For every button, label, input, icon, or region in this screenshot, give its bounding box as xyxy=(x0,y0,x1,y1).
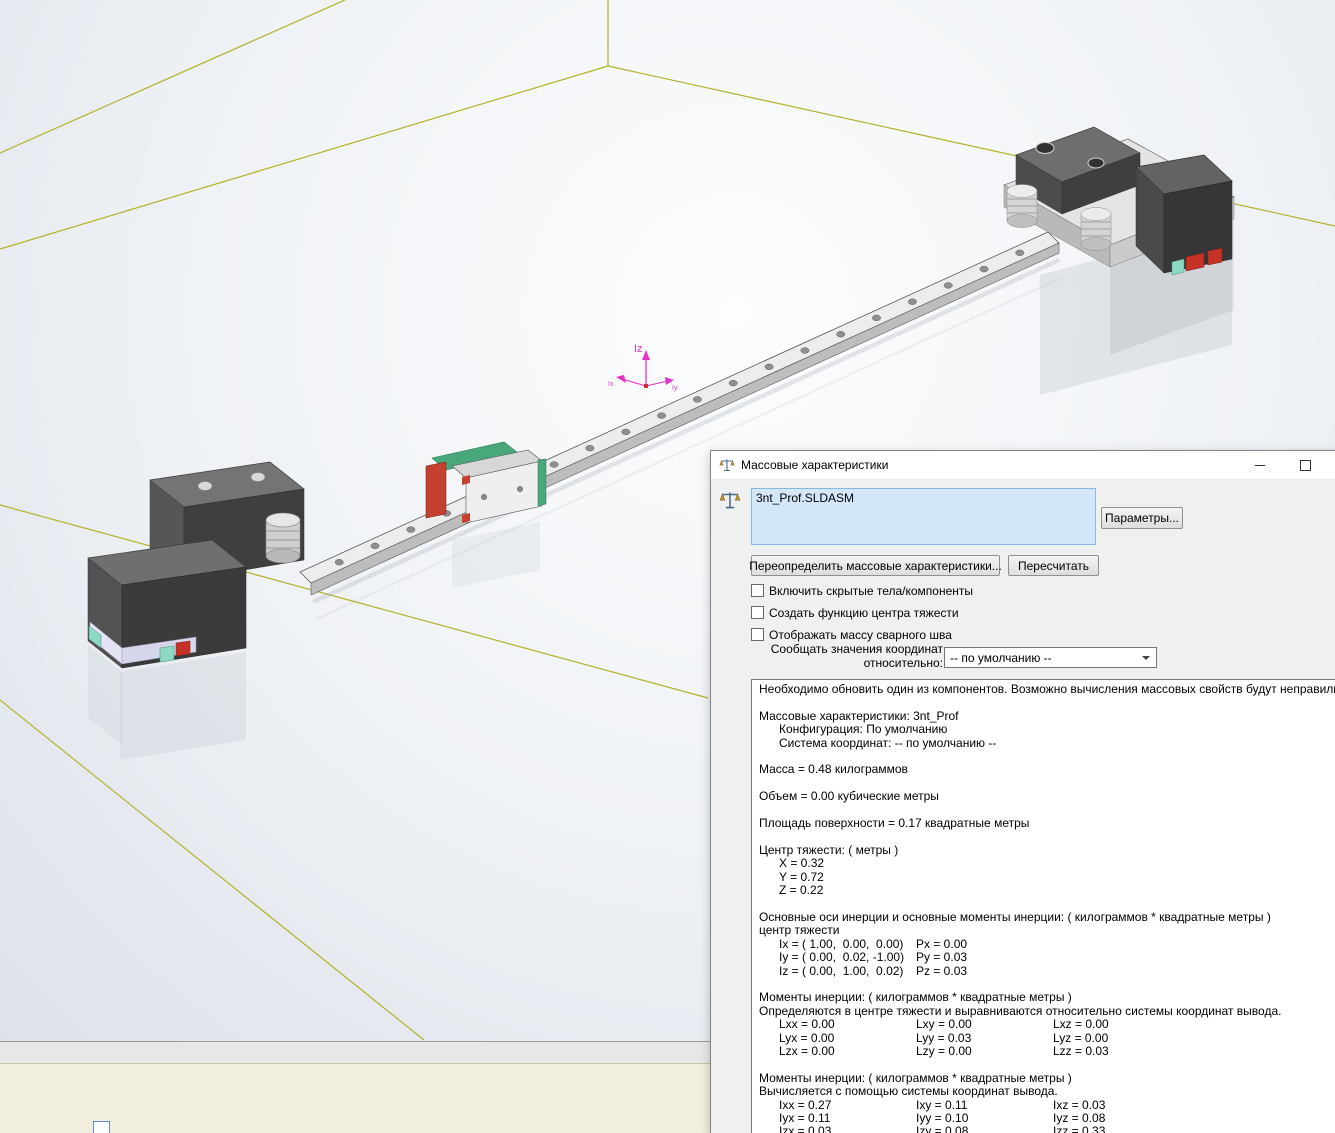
results-line: Моменты инерции: ( килограммов * квадрат… xyxy=(759,1072,1335,1085)
parameters-button[interactable]: Параметры... xyxy=(1101,507,1183,529)
minimize-button[interactable] xyxy=(1245,451,1275,479)
results-line: Izx = 0.03Izy = 0.08Izz = 0.33 xyxy=(759,1125,1335,1133)
checkbox-include-hidden-bodies[interactable]: Включить скрытые тела/компоненты xyxy=(751,583,973,598)
results-line: Lyx = 0.00Lyy = 0.03Lyz = 0.00 xyxy=(759,1032,1335,1045)
results-line xyxy=(759,898,1335,911)
checkbox-icon[interactable] xyxy=(751,584,764,597)
results-line: Объем = 0.00 кубические метры xyxy=(759,790,1335,803)
maximize-button[interactable] xyxy=(1290,451,1320,479)
results-line xyxy=(759,830,1335,843)
results-line xyxy=(759,750,1335,763)
results-line xyxy=(759,978,1335,991)
dropdown-value: -- по умолчанию -- xyxy=(950,651,1052,665)
left-end-block[interactable] xyxy=(88,462,304,668)
coords-relative-label-line2: относительно: xyxy=(747,657,943,671)
results-line: Система координат: -- по умолчанию -- xyxy=(759,737,1335,750)
results-line xyxy=(759,696,1335,709)
results-text-area[interactable]: Необходимо обновить один из компонентов.… xyxy=(751,679,1335,1133)
triad-label-z: Iz xyxy=(634,343,643,355)
results-line: Iy = ( 0.00, 0.02, -1.00)Py = 0.03 xyxy=(759,951,1335,964)
checkbox-group: Включить скрытые тела/компоненты Создать … xyxy=(751,583,973,649)
results-line: Y = 0.72 xyxy=(759,871,1335,884)
results-line: центр тяжести xyxy=(759,924,1335,937)
maximize-icon xyxy=(1300,460,1311,471)
checkbox-icon[interactable] xyxy=(751,606,764,619)
results-line: Необходимо обновить один из компонентов.… xyxy=(759,683,1335,696)
results-line: Lzx = 0.00Lzy = 0.00Lzz = 0.03 xyxy=(759,1045,1335,1058)
checkbox-label: Отображать массу сварного шва xyxy=(769,628,952,642)
results-line: Основные оси инерции и основные моменты … xyxy=(759,911,1335,924)
rail-carriage[interactable] xyxy=(426,442,546,523)
triad-label-y: Iy xyxy=(672,385,678,392)
results-line: Определяются в центре тяжести и выравнив… xyxy=(759,1005,1335,1018)
results-line: Iyx = 0.11Iyy = 0.10Iyz = 0.08 xyxy=(759,1112,1335,1125)
checkbox-label: Включить скрытые тела/компоненты xyxy=(769,584,973,598)
checkbox-create-center-of-mass-feature[interactable]: Создать функцию центра тяжести xyxy=(751,605,973,620)
results-line: Z = 0.22 xyxy=(759,884,1335,897)
results-line: Ix = ( 1.00, 0.00, 0.00)Px = 0.00 xyxy=(759,938,1335,951)
triad-label-x: Ix xyxy=(608,381,614,388)
results-line: Iz = ( 0.00, 1.00, 0.02)Pz = 0.03 xyxy=(759,965,1335,978)
results-line: Центр тяжести: ( метры ) xyxy=(759,844,1335,857)
results-line: Lxx = 0.00Lxy = 0.00Lxz = 0.00 xyxy=(759,1018,1335,1031)
results-line: Площадь поверхности = 0.17 квадратные ме… xyxy=(759,817,1335,830)
results-line xyxy=(759,804,1335,817)
dialog-title: Массовые характеристики xyxy=(741,458,888,472)
dialog-titlebar[interactable]: Массовые характеристики × xyxy=(711,451,1335,480)
app-window: Iz Ix Iy xyxy=(0,0,1335,1133)
results-line xyxy=(759,777,1335,790)
results-line: Конфигурация: По умолчанию xyxy=(759,723,1335,736)
taskbar-item[interactable] xyxy=(93,1121,110,1133)
checkbox-show-weld-bead-mass[interactable]: Отображать массу сварного шва xyxy=(751,627,973,642)
results-line: Моменты инерции: ( килограммов * квадрат… xyxy=(759,991,1335,1004)
scales-icon xyxy=(719,489,741,511)
results-line: Массовые характеристики: 3nt_Prof xyxy=(759,710,1335,723)
results-line: Масса = 0.48 килограммов xyxy=(759,763,1335,776)
checkbox-label: Создать функцию центра тяжести xyxy=(769,606,959,620)
results-line xyxy=(759,1058,1335,1071)
recalculate-button[interactable]: Пересчитать xyxy=(1008,555,1099,576)
results-line: Ixx = 0.27Ixy = 0.11Ixz = 0.03 xyxy=(759,1099,1335,1112)
override-mass-properties-button[interactable]: Переопределить массовые характеристики..… xyxy=(751,555,1000,576)
chevron-down-icon xyxy=(1142,656,1150,660)
mass-properties-dialog: Массовые характеристики × 3nt_Prof.SLDAS… xyxy=(710,450,1335,1133)
results-line: Вычисляется с помощью системы координат … xyxy=(759,1085,1335,1098)
origin-triad: Iz Ix Iy xyxy=(608,343,678,392)
checkbox-icon[interactable] xyxy=(751,628,764,641)
minimize-icon xyxy=(1255,465,1265,466)
mass-properties-icon xyxy=(719,457,735,473)
results-line: X = 0.32 xyxy=(759,857,1335,870)
coords-relative-label: Сообщать значения координат относительно… xyxy=(747,643,943,670)
coordinate-system-dropdown[interactable]: -- по умолчанию -- xyxy=(944,647,1157,668)
document-name-box[interactable]: 3nt_Prof.SLDASM xyxy=(751,488,1096,545)
coords-relative-label-line1: Сообщать значения координат xyxy=(747,643,943,657)
